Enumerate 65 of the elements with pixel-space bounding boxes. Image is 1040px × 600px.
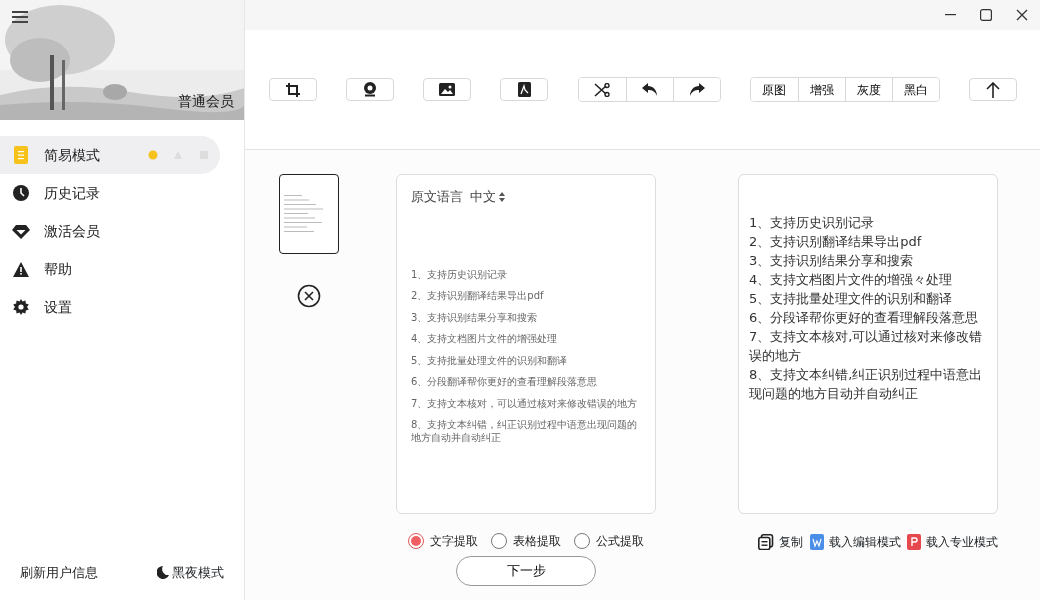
sidebar-item[interactable]: 帮助 (0, 250, 220, 288)
pdf-icon (517, 82, 531, 97)
document-line: 5、支持批量处理文件的识别和翻译 (411, 354, 569, 367)
close-icon (1016, 9, 1028, 21)
document-icon (12, 146, 30, 164)
result-line: 4、支持文档图片文件的增强々处理 (749, 271, 954, 289)
remove-icon[interactable] (297, 284, 321, 308)
refresh-link[interactable]: 刷新用户信息 (20, 562, 98, 582)
document-line: 7、支持文本核对，可以通过核对来修改错误的地方 (411, 397, 639, 410)
crop-icon (286, 82, 300, 97)
undo-icon (641, 83, 658, 96)
document-line: 6、分段翻译帮你更好的查看理解段落意思 (411, 376, 599, 389)
upload-icon (985, 81, 1000, 98)
sidebar-item[interactable]: 简易模式 (0, 136, 220, 174)
redo-button[interactable] (672, 78, 720, 101)
result-line: 8、支持文本纠错,纠正识别过程中语意出现问题的地方目动并自动纠正 (749, 366, 984, 403)
cut-icon (594, 82, 611, 97)
presentation-document-icon (907, 534, 921, 550)
document-line: 4、支持文档图片文件的增强处理 (411, 333, 559, 346)
copy-icon (758, 534, 774, 550)
sort-arrows-icon (498, 191, 505, 202)
next-step-button[interactable]: 下一步 (456, 556, 596, 586)
word-document-icon (809, 534, 824, 550)
extract-mode-radio[interactable]: 文字提取 (408, 532, 478, 550)
extract-mode-radio[interactable]: 表格提取 (491, 532, 561, 550)
action-button[interactable]: 复制 (758, 533, 803, 551)
maximize-icon (980, 9, 992, 21)
sidebar-item[interactable]: 设置 (0, 288, 220, 326)
document-line: 8、支持文本纠错，纠正识别过程中语意出现问题的地方自动并自动纠正 (411, 419, 639, 444)
document-line: 2、支持识别翻译结果导出pdf (411, 290, 545, 303)
webcam-icon (363, 82, 378, 97)
minimize-icon (944, 14, 956, 16)
action-button[interactable]: 载入编辑模式 (809, 533, 901, 551)
action-button[interactable]: 载入专业模式 (907, 533, 998, 551)
upload-button[interactable] (968, 78, 1017, 101)
webcam-button[interactable] (346, 78, 395, 101)
crop-button[interactable] (269, 78, 317, 101)
warning-icon (12, 261, 30, 277)
pdf-button[interactable] (500, 78, 549, 101)
membership-label: 普通会员 (178, 92, 234, 111)
menu-icon[interactable] (12, 10, 28, 24)
image-icon (439, 83, 456, 96)
document-line: 1、支持历史识别记录 (411, 268, 509, 281)
image-button[interactable] (423, 78, 472, 101)
gear-icon (12, 299, 30, 315)
page-thumbnail[interactable] (279, 174, 339, 254)
result-line: 3、支持识别结果分享和搜索 (749, 252, 915, 270)
result-line: 1、支持历史识别记录 (749, 214, 876, 232)
status-indicators-drawing (148, 150, 210, 160)
result-line: 7、支持文本核对,可以通过核对来修改错误的地方 (749, 328, 984, 365)
diamond-icon (12, 223, 30, 239)
moon-icon (156, 565, 169, 579)
language-select[interactable]: 中文 (469, 187, 505, 207)
redo-icon (688, 83, 705, 96)
result-line: 5、支持批量处理文件的识别和翻译 (749, 290, 954, 308)
filter-button[interactable]: 黑白 (891, 78, 939, 101)
sidebar-item[interactable]: 历史记录 (0, 174, 220, 212)
night-mode-button[interactable]: 黑夜模式 (156, 562, 224, 582)
clock-icon (12, 185, 30, 201)
extract-mode-radio[interactable]: 公式提取 (574, 532, 644, 550)
language-label: 原文语言 (411, 188, 463, 206)
result-line: 2、支持识别翻译结果导出pdf (749, 233, 923, 251)
sidebar-item[interactable]: 激活会员 (0, 212, 220, 250)
document-line: 3、支持识别结果分享和搜索 (411, 311, 539, 324)
result-line: 6、分段译帮你更好的查看理解段落意思 (749, 309, 980, 327)
